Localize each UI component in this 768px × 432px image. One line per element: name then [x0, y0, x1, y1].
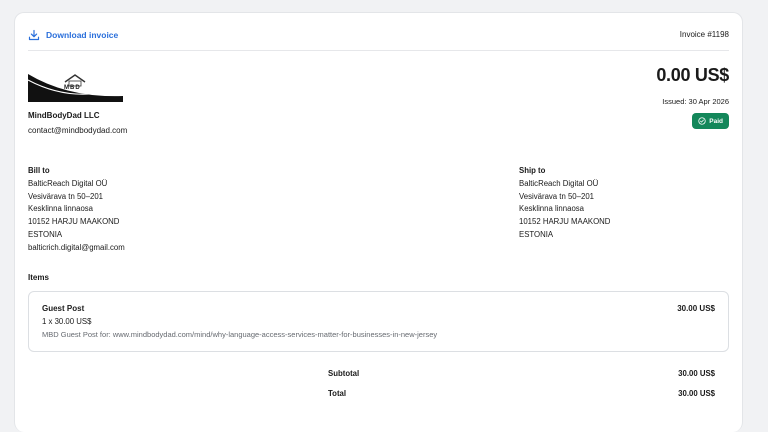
list-item: Guest Post 30.00 US$ 1 x 30.00 US$ MBD G… [28, 291, 729, 352]
bill-to-line: BalticReach Digital OÜ [28, 178, 108, 188]
invoice-toolbar: Download invoice Invoice #1198 [28, 27, 729, 51]
download-icon [28, 29, 40, 41]
download-invoice-button[interactable]: Download invoice [28, 29, 118, 41]
status-badge-label: Paid [709, 117, 723, 125]
ship-to-block: Ship to BalticReach Digital OÜ Vesivärav… [519, 165, 610, 242]
bill-to-heading: Bill to [28, 166, 50, 175]
bill-to-line: Vesivärava tn 50–201 [28, 191, 103, 201]
company-email: contact@mindbodydad.com [28, 126, 128, 135]
ship-to-line: Vesivärava tn 50–201 [519, 191, 594, 201]
invoice-total-amount: 0.00 US$ [656, 65, 729, 85]
issued-date: Issued: 30 Apr 2026 [662, 97, 729, 106]
subtotal-label: Subtotal [328, 369, 360, 378]
item-quantity: 1 x 30.00 US$ [42, 317, 92, 326]
bill-to-line: 10152 HARJU MAAKOND [28, 217, 120, 227]
company-logo: MBD [28, 70, 123, 102]
item-price: 30.00 US$ [677, 304, 715, 313]
company-name: MindBodyDad LLC [28, 111, 100, 120]
ship-to-line: 10152 HARJU MAAKOND [519, 217, 611, 227]
download-invoice-label: Download invoice [46, 30, 119, 40]
bill-to-block: Bill to BalticReach Digital OÜ Vesivärav… [28, 165, 125, 255]
total-row: Total 30.00 US$ [328, 389, 715, 398]
bill-to-line: Kesklinna linnaosa [28, 204, 94, 214]
item-name: Guest Post [42, 304, 85, 313]
ship-to-line: ESTONIA [519, 229, 554, 239]
total-value: 30.00 US$ [678, 389, 715, 398]
status-badge: Paid [692, 113, 729, 129]
invoice-number: Invoice #1198 [679, 30, 729, 39]
subtotal-row: Subtotal 30.00 US$ [328, 369, 715, 378]
ship-to-line: Kesklinna linnaosa [519, 204, 585, 214]
bill-to-line: ESTONIA [28, 229, 63, 239]
company-logo-text: MBD [64, 85, 81, 91]
items-heading: Items [28, 273, 49, 282]
ship-to-heading: Ship to [519, 166, 546, 175]
ship-to-line: BalticReach Digital OÜ [519, 178, 599, 188]
invoice-card: Download invoice Invoice #1198 MBD MindB… [14, 12, 743, 432]
item-description: MBD Guest Post for: www.mindbodydad.com/… [42, 330, 438, 339]
subtotal-value: 30.00 US$ [678, 369, 715, 378]
total-label: Total [328, 389, 347, 398]
bill-to-email: balticrich.digital@gmail.com [28, 242, 125, 252]
check-circle-icon [698, 117, 706, 125]
